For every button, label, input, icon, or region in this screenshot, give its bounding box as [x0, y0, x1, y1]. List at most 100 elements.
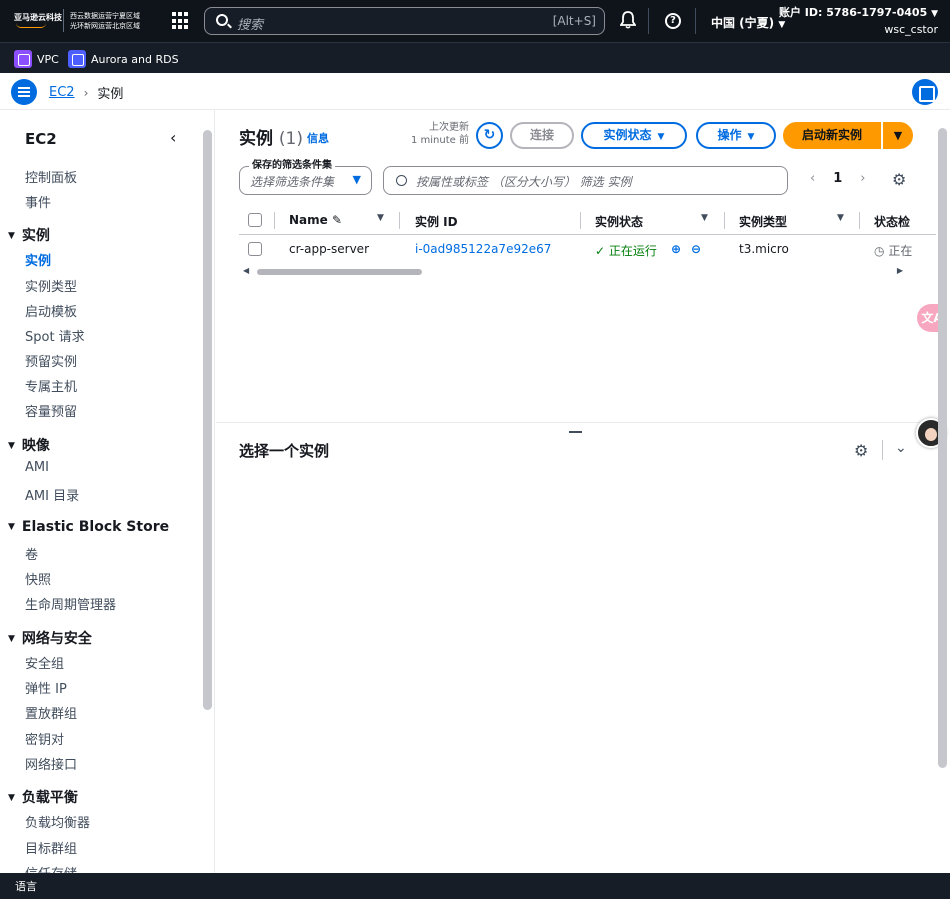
detail-panel-title: 选择一个实例 — [239, 442, 330, 460]
sidebar-item[interactable]: 负载均衡器 — [25, 812, 90, 831]
sidebar-item[interactable]: 生命周期管理器 — [25, 594, 116, 613]
detail-settings-gear-icon[interactable]: ⚙ — [854, 441, 868, 460]
account-id: 账户 ID: 5786-1797-0405 — [778, 6, 928, 19]
sidebar-item[interactable]: 实例 — [25, 250, 51, 269]
global-search-input[interactable]: 搜索 [Alt+S] — [204, 7, 605, 35]
sort-icon[interactable]: ▼ — [377, 213, 384, 223]
prev-page-icon[interactable]: ‹ — [810, 171, 815, 186]
refresh-button[interactable]: ↻ — [476, 122, 503, 149]
region-operator-note: 西云数据运营宁夏区域 光环新网运营北京区域 — [70, 11, 140, 31]
sidebar-item[interactable]: 启动模板 — [25, 301, 77, 320]
sidebar-item[interactable]: 快照 — [25, 569, 51, 588]
search-shortcut: [Alt+S] — [552, 14, 596, 28]
table-settings-gear-icon[interactable]: ⚙ — [892, 170, 906, 189]
region-selector[interactable]: 中国 (宁夏) ▼ — [711, 14, 785, 31]
instance-id-link[interactable]: i-0ad985122a7e92e67 — [415, 242, 551, 256]
column-header-instance-id[interactable]: 实例 ID — [415, 213, 458, 230]
last-updated-label: 上次更新 — [429, 122, 469, 133]
topbar-divider — [648, 8, 649, 34]
check-circle-icon: ✓ — [595, 244, 606, 258]
table-horizontal-scrollbar[interactable]: ◀ ▶ — [241, 266, 911, 277]
launch-instance-button[interactable]: 启动新实例 — [783, 122, 881, 149]
favorite-aurora-rds[interactable]: Aurora and RDS — [68, 50, 179, 68]
resize-handle[interactable] — [569, 431, 582, 433]
sidebar-item[interactable]: 目标群组 — [25, 838, 77, 857]
breadcrumb-ec2-link[interactable]: EC2 — [49, 85, 75, 100]
launch-dropdown-button[interactable]: ▼ — [883, 122, 913, 149]
hamburger-menu-button[interactable] — [11, 79, 37, 105]
language-selector[interactable]: 语言 — [15, 880, 37, 893]
sidebar-item[interactable]: 事件 — [25, 192, 51, 211]
last-updated: 上次更新 1 minute 前 — [406, 121, 469, 147]
launch-label: 启动新实例 — [801, 128, 862, 142]
next-page-icon[interactable]: › — [860, 171, 865, 186]
column-header-instance-type[interactable]: 实例类型 — [739, 213, 787, 230]
sidebar-item[interactable]: 密钥对 — [25, 729, 64, 748]
row-checkbox[interactable] — [248, 242, 262, 256]
zoom-out-icon[interactable]: ⊖ — [691, 242, 701, 256]
footer: 语言 — [0, 873, 950, 899]
favorite-vpc[interactable]: VPC — [14, 50, 59, 68]
sidebar-item[interactable]: Spot 请求 — [25, 326, 85, 345]
detail-divider — [882, 440, 883, 460]
select-all-checkbox[interactable] — [248, 213, 262, 227]
actions-button[interactable]: 操作 ▼ — [696, 122, 776, 149]
sidebar-item[interactable]: AMI 目录 — [25, 485, 79, 504]
username: wsc_cstor — [884, 23, 938, 36]
table-row[interactable]: cr-app-server i-0ad985122a7e92e67 ✓ 正在运行… — [239, 235, 936, 264]
bell-icon[interactable] — [620, 11, 636, 29]
sidebar-section-header[interactable]: 实例 — [8, 225, 50, 245]
sort-icon[interactable]: ▼ — [837, 213, 844, 223]
current-page[interactable]: 1 — [833, 171, 842, 186]
sidebar-item[interactable]: 专属主机 — [25, 376, 77, 395]
account-menu[interactable]: 账户 ID: 5786-1797-0405 ▼ wsc_cstor — [779, 5, 938, 38]
region-label: 中国 (宁夏) — [711, 16, 775, 30]
main-scrollbar[interactable] — [938, 128, 947, 768]
aws-logo[interactable]: 亚马逊云科技 — [14, 13, 62, 28]
sidebar-item[interactable]: AMI — [25, 460, 49, 475]
sidebar-item[interactable]: 置放群组 — [25, 703, 77, 722]
saved-filter-placeholder: 选择筛选条件集 — [250, 175, 335, 189]
sidebar-item[interactable]: 安全组 — [25, 653, 64, 672]
scroll-left-icon[interactable]: ◀ — [243, 266, 249, 275]
breadcrumb-current: 实例 — [97, 87, 124, 102]
column-header-status-check[interactable]: 状态检 — [874, 213, 910, 230]
scroll-right-icon[interactable]: ▶ — [897, 266, 903, 275]
sidebar-item[interactable]: 预留实例 — [25, 351, 77, 370]
sidebar-item[interactable]: 卷 — [25, 544, 38, 563]
instance-state-button[interactable]: 实例状态 ▼ — [581, 122, 687, 149]
scrollbar-thumb[interactable] — [203, 130, 212, 710]
services-grid-icon[interactable] — [172, 12, 190, 30]
column-header-name[interactable]: Name ✎ — [289, 213, 342, 227]
connect-button[interactable]: 连接 — [510, 122, 574, 149]
info-link[interactable]: 信息 — [307, 130, 329, 146]
sidebar-scrollbar[interactable] — [203, 128, 212, 865]
sidebar-section-header[interactable]: Elastic Block Store — [8, 519, 169, 535]
chevron-down-icon[interactable]: ⌄ — [895, 440, 907, 456]
sidebar-item[interactable]: 弹性 IP — [25, 678, 67, 697]
caret-down-icon: ▼ — [747, 132, 755, 142]
instance-name: cr-app-server — [289, 242, 369, 256]
sidebar-section-header[interactable]: 网络与安全 — [8, 628, 92, 648]
column-header-instance-state[interactable]: 实例状态 — [595, 213, 643, 230]
help-icon[interactable]: ? — [665, 13, 681, 29]
favorite-label: Aurora and RDS — [91, 52, 179, 66]
zoom-in-icon[interactable]: ⊕ — [671, 242, 681, 256]
property-filter-input[interactable]: 按属性或标签 （区分大小写） 筛选 实例 — [383, 166, 788, 195]
search-icon — [396, 175, 407, 186]
scrollbar-thumb[interactable] — [938, 128, 947, 768]
sidebar-section-header[interactable]: 负载平衡 — [8, 787, 78, 807]
sidebar-item[interactable]: 信任存储 — [25, 863, 77, 873]
logo-divider — [63, 9, 64, 32]
logo-smile-icon — [16, 23, 46, 28]
sidebar-item[interactable]: 实例类型 — [25, 276, 77, 295]
sort-icon[interactable]: ▼ — [701, 213, 708, 223]
status-check-label: 正在 — [888, 244, 913, 258]
sidebar-section-header[interactable]: 映像 — [8, 435, 50, 455]
sidebar-item[interactable]: 网络接口 — [25, 754, 77, 773]
chevron-left-icon[interactable]: ‹ — [170, 128, 176, 147]
split-panel-icon[interactable] — [912, 79, 938, 105]
sidebar-item[interactable]: 容量预留 — [25, 401, 77, 420]
scrollbar-thumb[interactable] — [257, 269, 422, 275]
sidebar-item[interactable]: 控制面板 — [25, 167, 77, 186]
